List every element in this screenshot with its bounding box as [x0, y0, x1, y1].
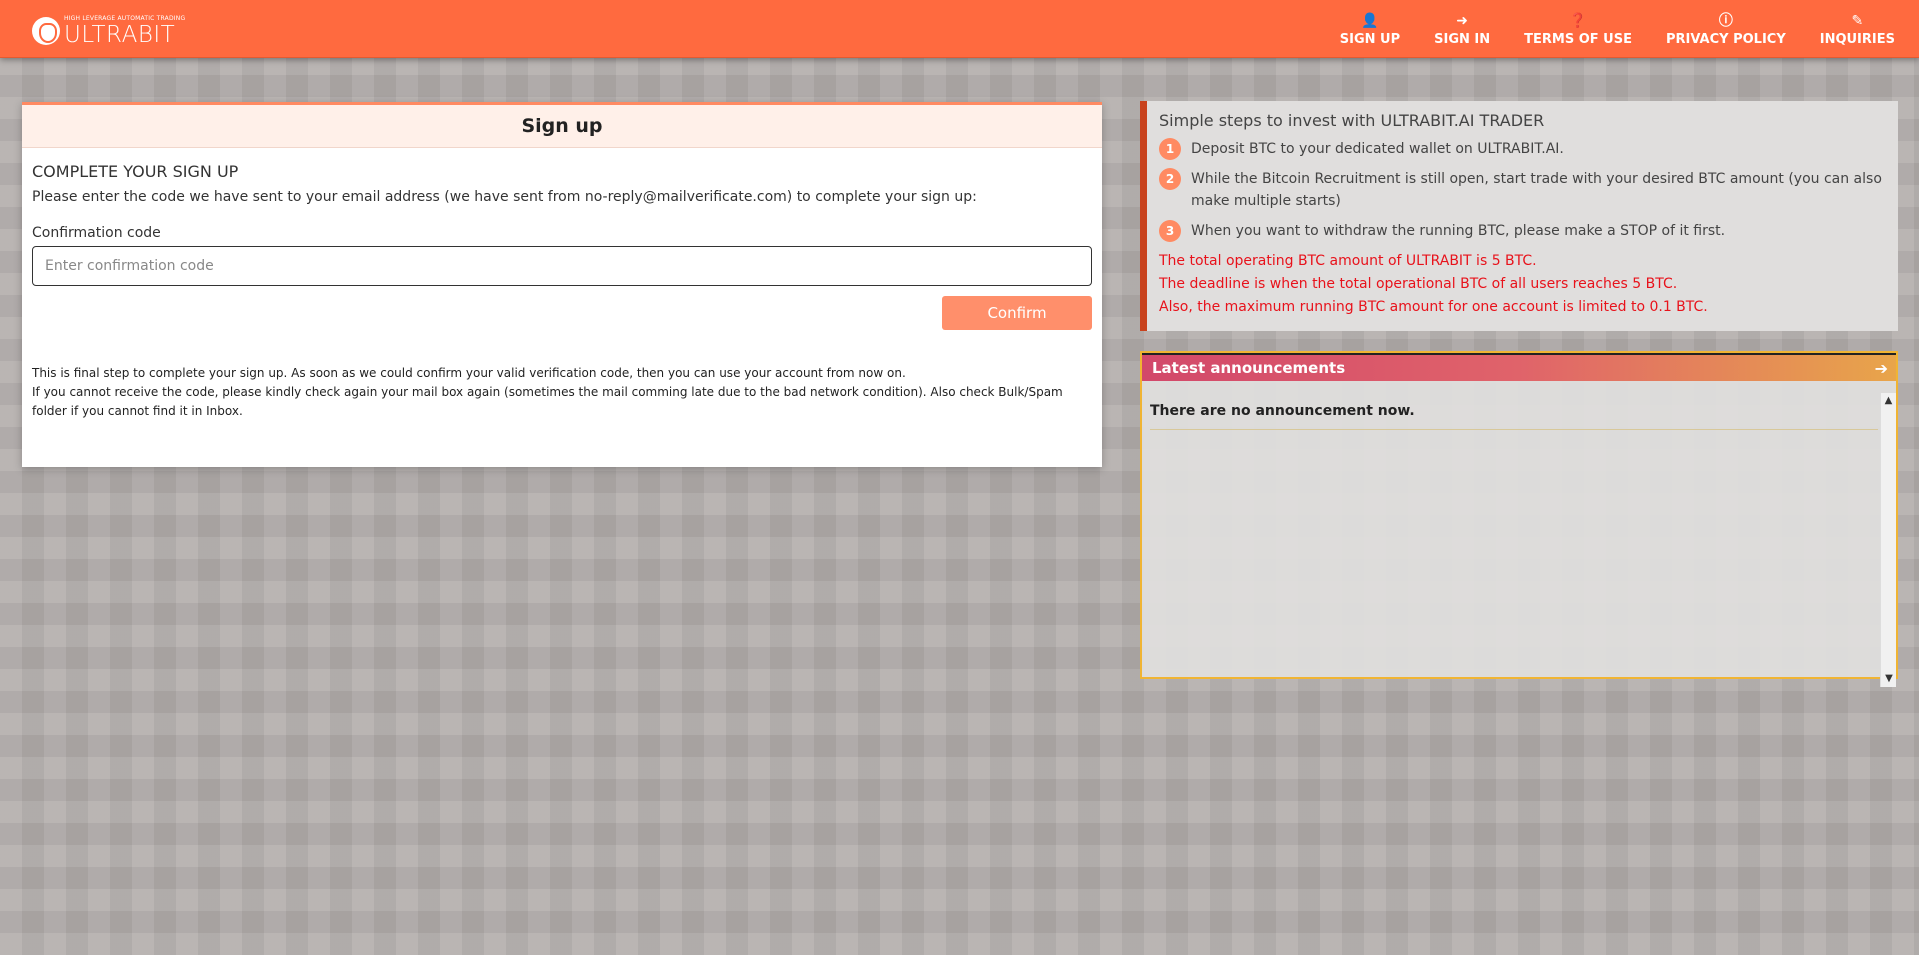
- nav-sign-up[interactable]: 👤 SIGN UP: [1336, 6, 1404, 52]
- logo-emblem-icon: [32, 17, 60, 45]
- step-text: While the Bitcoin Recruitment is still o…: [1191, 171, 1882, 209]
- sign-in-icon: ➜: [1456, 12, 1468, 29]
- step-item: 2 While the Bitcoin Recruitment is still…: [1159, 168, 1886, 212]
- confirm-button[interactable]: Confirm: [942, 296, 1092, 330]
- signup-note-spam: If you cannot receive the code, please k…: [32, 385, 1063, 418]
- confirmation-code-label: Confirmation code: [32, 225, 161, 241]
- nav-inquiries[interactable]: ✎ INQUIRIES: [1816, 6, 1899, 52]
- question-icon: ❓: [1569, 12, 1587, 29]
- signup-heading: COMPLETE YOUR SIGN UP: [32, 162, 239, 181]
- step-item: 3 When you want to withdraw the running …: [1159, 220, 1886, 242]
- nav-privacy-policy[interactable]: ⓘ PRIVACY POLICY: [1662, 6, 1790, 52]
- user-plus-icon: 👤: [1361, 12, 1379, 29]
- ultrabit-logo[interactable]: HIGH LEVERAGE AUTOMATIC TRADING ULTRABIT: [32, 12, 185, 50]
- logo-tagline: HIGH LEVERAGE AUTOMATIC TRADING: [64, 14, 186, 22]
- logo-name: ULTRABIT: [64, 21, 176, 48]
- announcements-header: Latest announcements ➔: [1142, 353, 1896, 381]
- signup-note-final-step: This is final step to complete your sign…: [32, 366, 906, 380]
- announcements-panel: Latest announcements ➔ There are no anno…: [1140, 351, 1898, 687]
- arrow-right-icon[interactable]: ➔: [1875, 359, 1888, 378]
- nav-sign-in[interactable]: ➜ SIGN IN: [1430, 6, 1494, 52]
- step-text: When you want to withdraw the running BT…: [1191, 223, 1726, 239]
- announcements-scrollbar[interactable]: ▲ ▼: [1880, 393, 1896, 687]
- scroll-down-icon[interactable]: ▼: [1881, 671, 1897, 687]
- signup-note: This is final step to complete your sign…: [32, 364, 1092, 421]
- confirmation-code-input[interactable]: [32, 246, 1092, 286]
- nav-terms-of-use[interactable]: ❓ TERMS OF USE: [1520, 6, 1636, 52]
- signup-card-title: Sign up: [22, 102, 1102, 148]
- step-number-badge: 2: [1159, 168, 1181, 190]
- warning-max-btc: Also, the maximum running BTC amount for…: [1159, 299, 1708, 315]
- step-number-badge: 1: [1159, 138, 1181, 160]
- signup-description: Please enter the code we have sent to yo…: [32, 189, 977, 205]
- announcements-empty-message: There are no announcement now.: [1150, 393, 1878, 430]
- step-item: 1 Deposit BTC to your dedicated wallet o…: [1159, 138, 1886, 160]
- step-number-badge: 3: [1159, 220, 1181, 242]
- warning-total-btc: The total operating BTC amount of ULTRAB…: [1159, 253, 1537, 269]
- announcements-title: Latest announcements: [1152, 359, 1346, 377]
- scroll-up-icon[interactable]: ▲: [1881, 393, 1896, 409]
- info-icon: ⓘ: [1718, 12, 1733, 29]
- warning-deadline: The deadline is when the total operation…: [1159, 276, 1678, 292]
- announcements-list: There are no announcement now. ▲ ▼: [1142, 393, 1896, 687]
- invest-steps-panel: Simple steps to invest with ULTRABIT.AI …: [1140, 101, 1898, 331]
- signup-card: Sign up COMPLETE YOUR SIGN UP Please ent…: [22, 102, 1102, 467]
- edit-icon: ✎: [1851, 12, 1864, 29]
- steps-title: Simple steps to invest with ULTRABIT.AI …: [1159, 111, 1545, 130]
- main-nav: 👤 SIGN UP ➜ SIGN IN ❓ TERMS OF USE ⓘ PRI…: [1336, 6, 1899, 52]
- step-text: Deposit BTC to your dedicated wallet on …: [1191, 141, 1564, 157]
- top-navigation-bar: HIGH LEVERAGE AUTOMATIC TRADING ULTRABIT…: [0, 0, 1919, 58]
